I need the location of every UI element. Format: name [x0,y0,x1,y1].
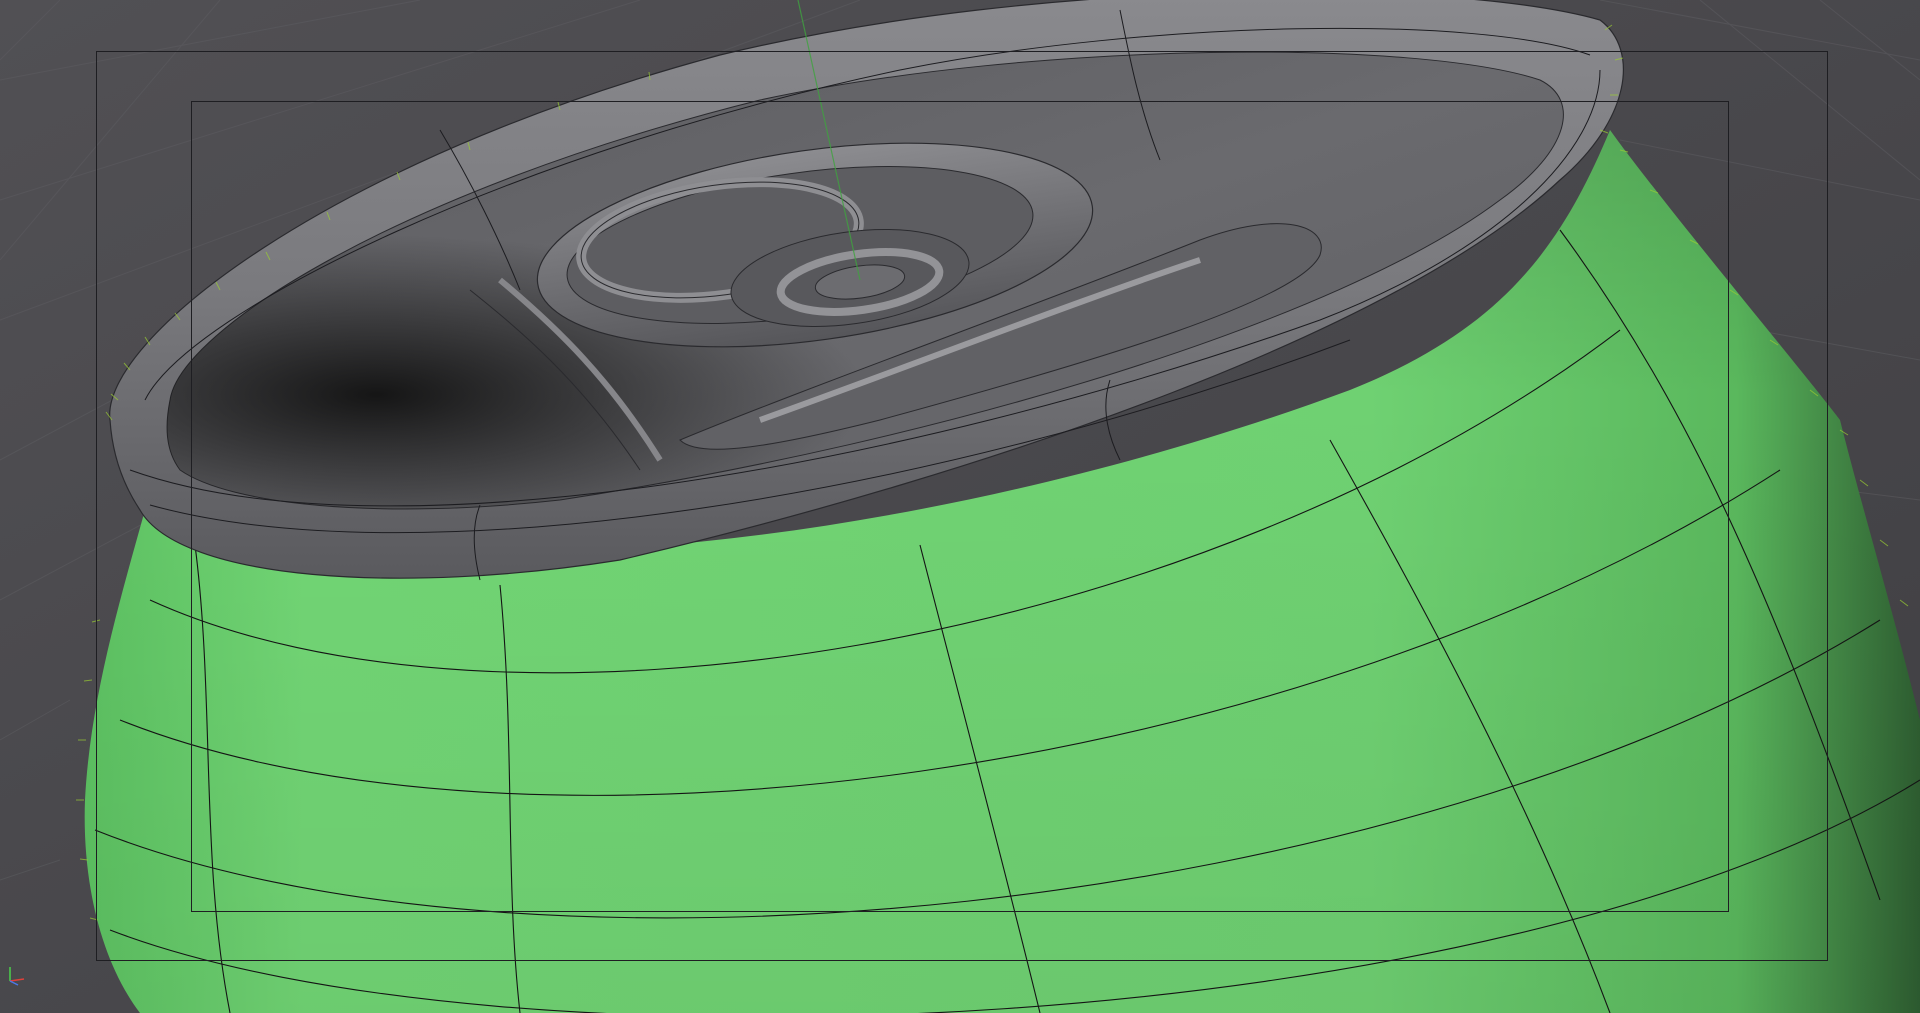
3d-viewport[interactable] [0,0,1920,1013]
viewport-scene[interactable] [0,0,1920,1013]
axis-gizmo-icon[interactable] [4,961,30,987]
